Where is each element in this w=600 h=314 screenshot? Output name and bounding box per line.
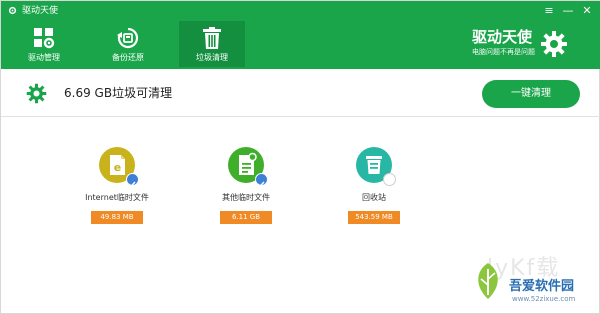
title-bar: 驱动天使 ≡ — ✕ <box>1 1 600 21</box>
restore-icon <box>117 27 139 49</box>
item-label: Internet临时文件 <box>85 193 149 202</box>
item-label: 其他临时文件 <box>222 193 270 202</box>
menu-button[interactable]: ≡ <box>541 3 557 19</box>
checked-badge-icon[interactable] <box>126 173 139 187</box>
checked-badge-icon[interactable] <box>255 173 268 187</box>
trash-icon <box>203 27 221 49</box>
gear-icon <box>26 83 47 104</box>
nav-label: 驱动管理 <box>28 53 60 62</box>
nav-item-backup-restore[interactable]: 备份还原 <box>95 21 161 67</box>
header: 驱动天使 ≡ — ✕ 驱动管理 备份还原 垃圾清理 驱动天使 电脑问题不再是问题 <box>1 1 600 69</box>
junk-size-text: 6.69 GB垃圾可清理 <box>64 86 173 100</box>
nav-item-driver-management[interactable]: 驱动管理 <box>11 21 77 67</box>
watermark-leaf-logo-icon <box>478 263 498 299</box>
nav-label: 垃圾清理 <box>196 53 228 62</box>
item-size-badge: 49.83 MB <box>91 211 143 224</box>
brand-gear-icon <box>541 31 567 57</box>
nav-label: 备份还原 <box>112 53 144 62</box>
cleanup-item-internet-temp[interactable]: e Internet临时文件 49.83 MB <box>62 147 172 227</box>
watermark-url: www.52zixue.com <box>512 295 576 303</box>
minimize-button[interactable]: — <box>560 3 576 19</box>
cleanup-item-other-temp[interactable]: 其他临时文件 6.11 GB <box>191 147 301 227</box>
cleanup-summary: 6.69 GB垃圾可清理 一键清理 <box>1 69 600 117</box>
app-gear-icon <box>8 6 17 15</box>
item-size-badge: 543.59 MB <box>348 211 400 224</box>
cleanup-item-recycle-bin[interactable]: 回收站 543.59 MB <box>319 147 429 227</box>
close-button[interactable]: ✕ <box>579 3 595 19</box>
watermark-site-name: 吾爱软件园 <box>509 279 575 294</box>
item-label: 回收站 <box>362 193 386 202</box>
apps-gear-icon <box>34 28 55 49</box>
unchecked-badge-icon[interactable] <box>383 173 396 186</box>
item-size-badge: 6.11 GB <box>220 211 272 224</box>
nav-item-junk-cleanup[interactable]: 垃圾清理 <box>179 21 245 67</box>
svg-text:e: e <box>114 161 121 174</box>
main-window: 驱动天使 ≡ — ✕ 驱动管理 备份还原 垃圾清理 驱动天使 电脑问题不再是问题… <box>0 0 600 314</box>
app-title: 驱动天使 <box>22 6 59 16</box>
one-click-clean-button[interactable]: 一键清理 <box>482 80 580 108</box>
